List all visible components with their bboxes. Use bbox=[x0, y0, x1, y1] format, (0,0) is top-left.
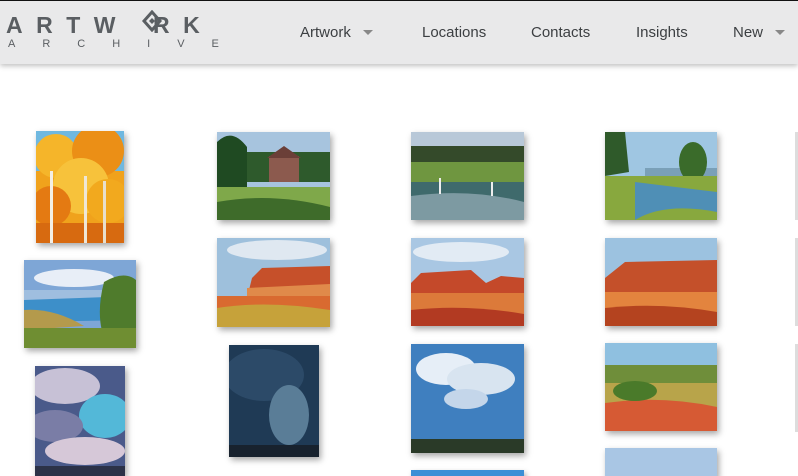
logo-subtitle: ARCHIVE bbox=[8, 38, 246, 50]
artwork-thumbnail-cumulus-clouds[interactable] bbox=[411, 344, 524, 453]
artwork-thumbnail-dark-rain-sky[interactable] bbox=[229, 345, 319, 457]
nav-new[interactable]: New bbox=[733, 21, 786, 43]
artwork-thumbnail-river-marsh[interactable] bbox=[411, 132, 524, 220]
nav-locations-label: Locations bbox=[422, 23, 487, 41]
aspen-trees-painting bbox=[36, 131, 124, 243]
artwork-thumbnail-desert-wash[interactable] bbox=[605, 343, 717, 431]
artwork-archive-logo[interactable]: ARTW RK ARCHIVE bbox=[6, 10, 226, 54]
artwork-thumbnail-coastal-bay[interactable] bbox=[24, 260, 136, 348]
artwork-thumbnail-partial-2[interactable] bbox=[605, 448, 717, 476]
red-mesa-painting-2 bbox=[411, 238, 524, 326]
storm-clouds-painting bbox=[35, 366, 125, 476]
dark-rain-sky-painting bbox=[229, 345, 319, 457]
nav-artwork[interactable]: Artwork bbox=[300, 21, 373, 43]
artwork-thumbnail-aspen-trees[interactable] bbox=[36, 131, 124, 243]
chevron-down-icon bbox=[775, 29, 786, 35]
artwork-thumbnail-red-mesa-3[interactable] bbox=[605, 238, 717, 326]
artwork-thumbnail-river-trees[interactable] bbox=[605, 132, 717, 220]
red-mesa-painting-3 bbox=[605, 238, 717, 326]
artwork-thumbnail-red-mesa-1[interactable] bbox=[217, 238, 330, 327]
manor-house-landscape bbox=[217, 132, 330, 220]
nav-contacts[interactable]: Contacts bbox=[531, 21, 590, 43]
logo-diamond-icon bbox=[141, 10, 163, 32]
river-trees-painting bbox=[605, 132, 717, 220]
red-mesa-painting-1 bbox=[217, 238, 330, 327]
partial-painting bbox=[411, 470, 524, 476]
desert-wash-painting bbox=[605, 343, 717, 431]
cumulus-clouds-painting bbox=[411, 344, 524, 453]
chevron-down-icon bbox=[362, 29, 373, 35]
top-navigation-bar: ARTW RK ARCHIVE Artwork Locations Contact… bbox=[0, 0, 798, 64]
river-marsh-painting bbox=[411, 132, 524, 220]
nav-insights-label: Insights bbox=[636, 23, 688, 41]
nav-insights[interactable]: Insights bbox=[636, 21, 688, 43]
logo-wordmark: ARTW RK bbox=[6, 12, 214, 38]
nav-contacts-label: Contacts bbox=[531, 23, 591, 41]
artwork-thumbnail-storm-clouds[interactable] bbox=[35, 366, 125, 476]
nav-new-label: New bbox=[733, 23, 764, 41]
artwork-thumbnail-red-mesa-2[interactable] bbox=[411, 238, 524, 326]
partial-painting-2 bbox=[605, 448, 717, 476]
artwork-thumbnail-manor-house[interactable] bbox=[217, 132, 330, 220]
nav-locations[interactable]: Locations bbox=[422, 21, 486, 43]
coastal-bay-painting bbox=[24, 260, 136, 348]
artwork-thumbnail-partial[interactable] bbox=[411, 470, 524, 476]
nav-artwork-label: Artwork bbox=[300, 23, 351, 41]
